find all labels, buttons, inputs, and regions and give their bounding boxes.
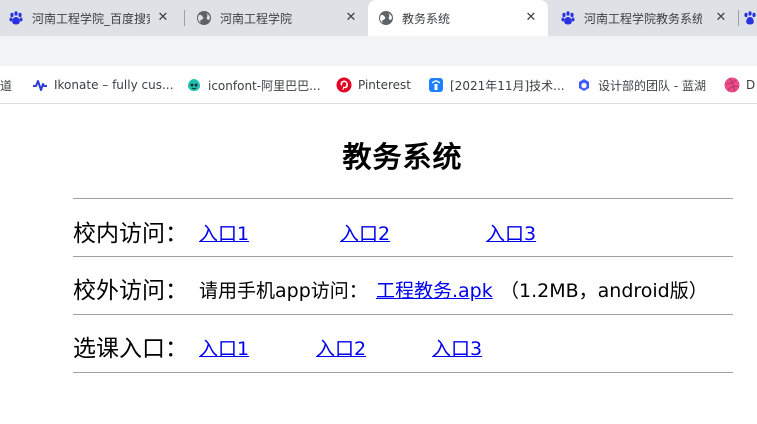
tab-separator bbox=[738, 10, 739, 26]
bookmark-pinterest[interactable]: Pinterest bbox=[336, 76, 411, 94]
tab-jiaowu-active[interactable]: 教务系统 ✕ bbox=[368, 0, 548, 36]
bookmark-label: [2021年11月]技术... bbox=[450, 78, 565, 93]
dribbble-icon bbox=[724, 77, 740, 93]
divider bbox=[73, 256, 733, 257]
page-body: 教务系统 校内访问： 入口1 入口2 入口3 校外访问： 请用手机app访问： … bbox=[0, 104, 757, 424]
close-icon[interactable]: ✕ bbox=[714, 11, 728, 25]
course-entry-1-link[interactable]: 入口1 bbox=[199, 334, 249, 361]
tab-title: 河南工程学院_百度搜索 bbox=[32, 11, 150, 26]
bookmark-dribbble[interactable]: D bbox=[724, 76, 755, 94]
course-selection-row: 选课入口： bbox=[73, 329, 188, 363]
close-icon[interactable]: ✕ bbox=[344, 11, 358, 25]
bookmark-label: Ikonate – fully cus... bbox=[54, 78, 174, 92]
tab-separator bbox=[184, 10, 185, 26]
lanhu-icon bbox=[576, 77, 592, 93]
divider bbox=[73, 372, 733, 373]
tab-strip: 河南工程学院_百度搜索 ✕ 河南工程学院 ✕ 教务系统 ✕ 河南工程学院教务系统… bbox=[0, 0, 757, 36]
apk-size-note: （1.2MB，android版） bbox=[500, 280, 708, 302]
course-selection-label: 选课入口： bbox=[73, 336, 188, 362]
bookmark-label: D bbox=[746, 78, 756, 92]
campus-entry-1-link[interactable]: 入口1 bbox=[199, 219, 249, 246]
iconfont-icon bbox=[186, 77, 202, 93]
bookmark-iconfont[interactable]: iconfont-阿里巴巴... bbox=[186, 76, 321, 94]
tab-hnie[interactable]: 河南工程学院 ✕ bbox=[196, 0, 366, 36]
jishu-icon bbox=[428, 77, 444, 93]
bookmark-baidu[interactable]: 道 bbox=[0, 76, 12, 94]
offcampus-instruction-text: 请用手机app访问： bbox=[199, 280, 368, 302]
offcampus-access-label: 校外访问： bbox=[73, 278, 188, 304]
offcampus-access-row: 校外访问： bbox=[73, 271, 188, 305]
tab-title: 河南工程学院教务系统 bbox=[584, 11, 702, 26]
divider bbox=[73, 314, 733, 315]
bookmark-label: iconfont-阿里巴巴... bbox=[208, 78, 321, 93]
tab-hnie-jiaowu[interactable]: 河南工程学院教务系统 ✕ bbox=[560, 0, 736, 36]
close-icon[interactable]: ✕ bbox=[156, 11, 170, 25]
baidu-paw-icon bbox=[560, 10, 576, 26]
pinterest-icon bbox=[336, 77, 352, 93]
close-icon[interactable]: ✕ bbox=[524, 11, 538, 25]
bookmark-label: 设计部的团队 - 蓝湖 bbox=[598, 78, 706, 93]
tab-partial[interactable] bbox=[742, 0, 757, 36]
tab-title: 教务系统 bbox=[402, 11, 451, 26]
bookmark-ikonate[interactable]: Ikonate – fully cus... bbox=[32, 76, 173, 94]
globe-icon bbox=[196, 10, 212, 26]
ikonate-icon bbox=[32, 77, 48, 93]
campus-access-row: 校内访问： bbox=[73, 214, 188, 248]
campus-entry-3-link[interactable]: 入口3 bbox=[486, 219, 536, 246]
baidu-paw-icon bbox=[742, 10, 757, 26]
bookmark-label: 道 bbox=[0, 78, 13, 93]
divider bbox=[73, 198, 733, 199]
address-bar[interactable] bbox=[0, 36, 757, 66]
page-title: 教务系统 bbox=[342, 140, 463, 174]
baidu-paw-icon bbox=[8, 10, 24, 26]
campus-entry-2-link[interactable]: 入口2 bbox=[340, 219, 390, 246]
course-entry-2-link[interactable]: 入口2 bbox=[316, 334, 366, 361]
course-entry-3-link[interactable]: 入口3 bbox=[432, 334, 482, 361]
bookmarks-bar: 道 Ikonate – fully cus... iconfont-阿里巴巴..… bbox=[0, 66, 757, 104]
bookmark-lanhu[interactable]: 设计部的团队 - 蓝湖 bbox=[576, 76, 706, 94]
tab-baidu-search[interactable]: 河南工程学院_百度搜索 ✕ bbox=[8, 0, 178, 36]
bookmark-label: Pinterest bbox=[358, 78, 412, 92]
browser-toolbar bbox=[0, 36, 757, 66]
tab-title: 河南工程学院 bbox=[220, 11, 293, 26]
campus-access-label: 校内访问： bbox=[73, 221, 188, 247]
apk-download-link[interactable]: 工程教务.apk bbox=[376, 276, 493, 303]
bookmark-jishu[interactable]: [2021年11月]技术... bbox=[428, 76, 565, 94]
globe-icon bbox=[378, 10, 394, 26]
